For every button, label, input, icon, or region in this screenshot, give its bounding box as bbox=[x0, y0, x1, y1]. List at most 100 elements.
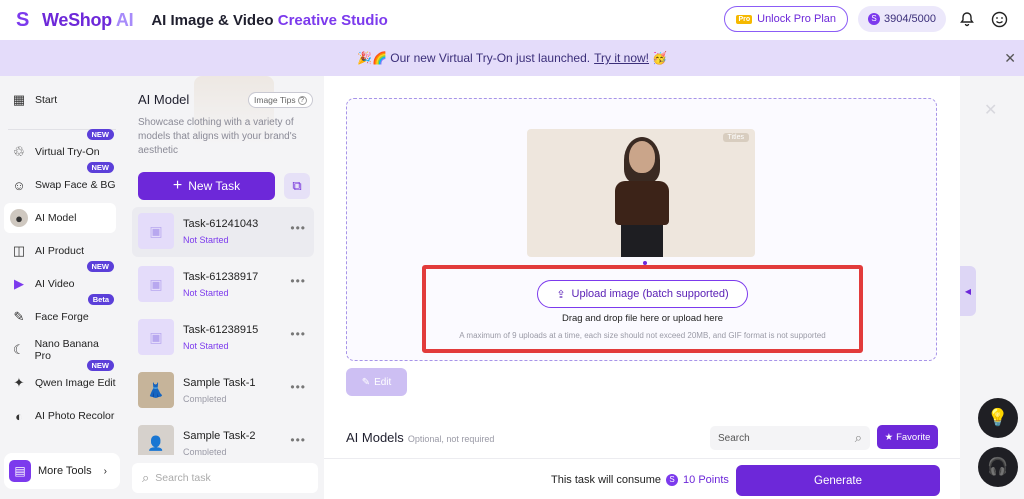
task-status: Not Started bbox=[183, 341, 229, 351]
more-tools-label: More Tools bbox=[38, 465, 92, 477]
ai-models-subtitle: Optional, not required bbox=[407, 434, 495, 444]
banner-close-icon[interactable]: ✕ bbox=[1004, 50, 1016, 67]
more-tools-button[interactable]: ▤ More Tools › bbox=[4, 453, 120, 489]
task-status: Completed bbox=[183, 394, 227, 404]
sidebar-item-label: Swap Face & BG bbox=[35, 179, 116, 191]
points-balance[interactable]: S 3904/5000 bbox=[858, 6, 946, 32]
upload-image-button[interactable]: ⇪ Upload image (batch supported) bbox=[537, 280, 748, 308]
header-actions: Pro Unlock Pro Plan S 3904/5000 bbox=[724, 6, 1010, 32]
lightbulb-button[interactable]: 💡 bbox=[978, 398, 1018, 438]
task-list-item[interactable]: 👗 Sample Task-1 Completed ••• bbox=[132, 366, 314, 416]
more-options-icon[interactable]: ••• bbox=[290, 274, 306, 288]
task-list-item[interactable]: 👤 Sample Task-2 Completed ••• bbox=[132, 419, 314, 455]
weshop-logo[interactable]: S WeShop AI bbox=[16, 9, 134, 31]
product-icon: ◫ bbox=[12, 243, 26, 258]
smiley-icon[interactable] bbox=[988, 8, 1010, 30]
lightbulb-icon: 💡 bbox=[987, 408, 1009, 427]
consume-points: 10 Points bbox=[683, 474, 729, 486]
task-panel: AI Model Image Tips ? Showcase clothing … bbox=[124, 76, 324, 499]
sidebar-item-label: AI Model bbox=[35, 212, 77, 224]
sidebar-item-label: AI Video bbox=[35, 278, 75, 290]
collapse-panel-tab[interactable]: ◀ bbox=[960, 266, 976, 316]
sidebar-item-swap-face[interactable]: ☺ Swap Face & BG NEW bbox=[4, 162, 116, 200]
image-tips-button[interactable]: Image Tips ? bbox=[248, 92, 313, 108]
unlock-pro-label: Unlock Pro Plan bbox=[757, 13, 836, 25]
palette-icon: ◐ bbox=[15, 408, 23, 424]
task-name: Task-61238917 bbox=[183, 271, 259, 283]
headset-icon: 🎧 bbox=[987, 457, 1009, 476]
upload-dropzone[interactable]: Titles ⇪ Upload image (batch supported) … bbox=[346, 98, 937, 361]
banner-text: 🎉🌈 Our new Virtual Try-On just launched. bbox=[357, 51, 591, 65]
new-task-label: New Task bbox=[188, 179, 241, 193]
right-rail: ✕ ◀ 💡 🎧 bbox=[960, 76, 1024, 499]
dress-thumbnail: 👗 bbox=[138, 372, 174, 408]
face-forge-icon: ✎ bbox=[13, 309, 25, 324]
favorite-button[interactable]: ★ Favorite bbox=[877, 425, 938, 449]
pro-badge: Pro bbox=[736, 14, 753, 24]
unlock-pro-button[interactable]: Pro Unlock Pro Plan bbox=[724, 6, 848, 32]
image-placeholder-icon: ▣ bbox=[138, 319, 174, 355]
support-button[interactable]: 🎧 bbox=[978, 447, 1018, 487]
bell-icon[interactable] bbox=[956, 8, 978, 30]
model-search-input[interactable]: Search ⌕ bbox=[710, 426, 870, 450]
banner-try-link[interactable]: Try it now! bbox=[594, 51, 649, 65]
search-task-placeholder: Search task bbox=[155, 472, 211, 484]
logo-text: WeShop AI bbox=[42, 9, 134, 30]
beta-badge: Beta bbox=[87, 294, 114, 305]
task-name: Task-61241043 bbox=[183, 218, 259, 230]
sidebar-item-photo-recolor[interactable]: ◐ AI Photo Recolor bbox=[4, 401, 116, 431]
model-avatar-icon: ● bbox=[10, 209, 28, 227]
sidebar-item-label: AI Product bbox=[35, 245, 85, 257]
task-list-item[interactable]: ▣ Task-61241043 Not Started ••• bbox=[132, 207, 314, 257]
model-search-placeholder: Search bbox=[718, 432, 750, 444]
upload-limit-note: A maximum of 9 uploads at a time, each s… bbox=[459, 331, 826, 340]
more-options-icon[interactable]: ••• bbox=[290, 221, 306, 235]
sidebar-item-label: AI Photo Recolor bbox=[35, 410, 115, 422]
sidebar-item-label: Nano Banana Pro bbox=[34, 338, 99, 362]
upload-icon: ⇪ bbox=[556, 288, 566, 301]
task-status: Not Started bbox=[183, 235, 229, 245]
more-options-icon[interactable]: ••• bbox=[290, 380, 306, 394]
more-options-icon[interactable]: ••• bbox=[290, 327, 306, 341]
panel-title: AI Model bbox=[138, 92, 190, 107]
task-list-item[interactable]: ▣ Task-61238917 Not Started ••• bbox=[132, 260, 314, 310]
model-face bbox=[629, 141, 655, 173]
sparkle-icon: ✦ bbox=[13, 375, 25, 390]
task-list-item[interactable]: ▣ Task-61238915 Not Started ••• bbox=[132, 313, 314, 363]
plus-icon: + bbox=[172, 177, 183, 194]
model-top bbox=[615, 181, 669, 225]
sidebar-item-qwen-image-edit[interactable]: ✦ Qwen Image Edit NEW bbox=[4, 360, 116, 398]
generate-bar: This task will consume S 10 Points Gener… bbox=[324, 458, 960, 499]
task-status: Completed bbox=[183, 447, 227, 455]
copy-icon[interactable]: ⧉ bbox=[284, 173, 310, 199]
grid-icon: ▦ bbox=[12, 92, 26, 107]
coin-icon: S bbox=[666, 474, 679, 486]
left-sidebar: ▦ Start ♲ Virtual Try-On NEW ☺ Swap Face… bbox=[0, 76, 124, 499]
generate-button[interactable]: Generate bbox=[736, 465, 940, 496]
video-icon: ▶ bbox=[14, 276, 24, 291]
toolbox-icon: ▤ bbox=[9, 460, 31, 482]
new-badge: NEW bbox=[86, 129, 114, 140]
sidebar-item-label: Qwen Image Edit bbox=[35, 377, 116, 389]
more-options-icon[interactable]: ••• bbox=[290, 433, 306, 447]
upload-image-label: Upload image (batch supported) bbox=[571, 288, 729, 300]
panel-description: Showcase clothing with a variety of mode… bbox=[138, 117, 297, 156]
points-value: 3904/5000 bbox=[884, 13, 936, 25]
sidebar-item-label: Virtual Try-On bbox=[35, 146, 100, 158]
edit-button[interactable]: ✎ Edit bbox=[346, 368, 407, 396]
sidebar-item-ai-model[interactable]: ● AI Model bbox=[4, 203, 116, 233]
model-thumbnail: 👤 bbox=[138, 425, 174, 455]
search-task-input[interactable]: ⌕ Search task bbox=[132, 463, 318, 493]
chevron-left-icon: ◀ bbox=[964, 286, 972, 296]
main-workspace: Titles ⇪ Upload image (batch supported) … bbox=[324, 76, 960, 499]
consume-info: This task will consume S 10 Points bbox=[551, 474, 729, 486]
help-circle-icon: ? bbox=[297, 95, 307, 105]
coin-icon: S bbox=[868, 13, 880, 25]
close-icon[interactable]: ✕ bbox=[984, 100, 997, 120]
image-placeholder-icon: ▣ bbox=[138, 213, 174, 249]
edit-label: Edit bbox=[374, 376, 392, 388]
sidebar-item-start[interactable]: ▦ Start bbox=[4, 85, 116, 115]
new-task-button[interactable]: + New Task bbox=[138, 172, 275, 200]
sidebar-item-face-forge[interactable]: ✎ Face Forge Beta bbox=[4, 294, 116, 332]
announcement-banner: 🎉🌈 Our new Virtual Try-On just launched.… bbox=[0, 40, 1024, 76]
